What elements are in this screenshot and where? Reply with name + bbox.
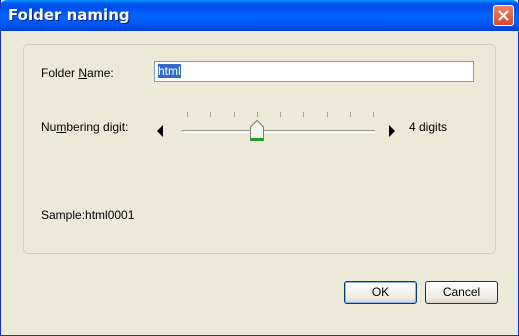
slider-tick (327, 112, 328, 117)
close-button[interactable] (493, 5, 514, 26)
slider-tick (350, 112, 351, 117)
dialog-title: Folder naming (8, 6, 130, 24)
slider-track[interactable] (181, 130, 375, 133)
title-bar[interactable]: Folder naming (0, 0, 519, 31)
close-icon (498, 10, 509, 21)
cancel-button[interactable]: Cancel (425, 281, 498, 304)
right-arrow-icon[interactable] (389, 125, 395, 137)
slider-thumb[interactable] (249, 119, 265, 143)
folder-naming-dialog: Folder naming Folder Name: html Numberin… (0, 0, 519, 336)
slider-tick (303, 112, 304, 117)
folder-name-value: html (158, 64, 181, 78)
numbering-digit-label: Numbering digit: (41, 120, 129, 134)
slider-tick (373, 112, 374, 117)
ok-button[interactable]: OK (344, 281, 417, 304)
slider-tick (234, 112, 235, 117)
folder-name-label: Folder Name: (41, 66, 114, 80)
left-arrow-icon[interactable] (157, 125, 163, 137)
slider-tick (280, 112, 281, 117)
slider-tick (257, 112, 258, 117)
folder-name-input[interactable]: html (154, 61, 474, 82)
digits-value: 4 digits (409, 120, 448, 134)
sample-text: Sample:html0001 (41, 208, 135, 222)
slider-tick (187, 112, 188, 117)
slider-tick (210, 112, 211, 117)
